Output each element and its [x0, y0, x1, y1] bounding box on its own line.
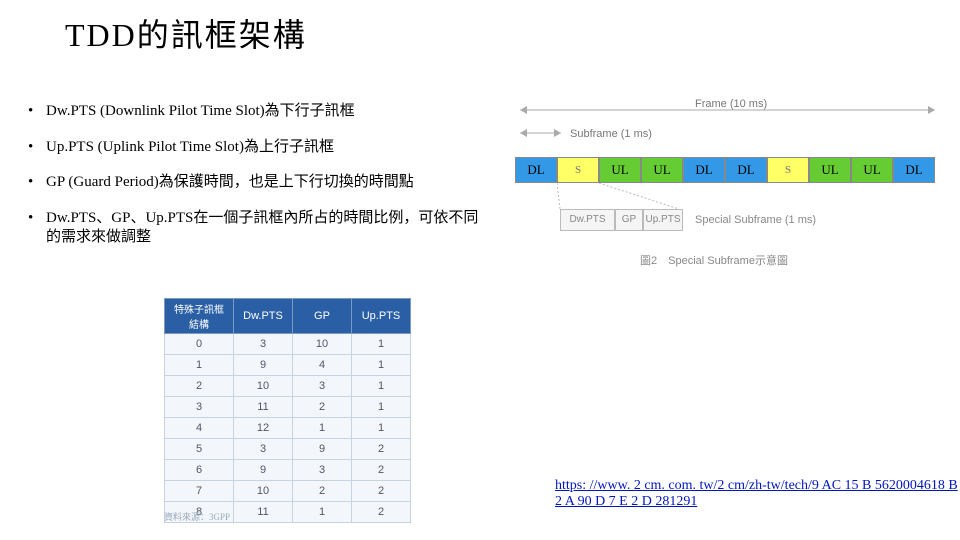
table-cell: 1	[352, 418, 411, 439]
table-header: Dw.PTS	[234, 299, 293, 334]
subframe-cell: S	[557, 157, 599, 183]
table-row: 71022	[165, 481, 411, 502]
table-cell: 9	[293, 439, 352, 460]
subframe-cell: DL	[515, 157, 557, 183]
table-source: 資料來源：3GPP	[164, 510, 230, 523]
table-cell: 2	[352, 481, 411, 502]
table-cell: 2	[165, 376, 234, 397]
subframe-row: DL S UL UL DL DL S UL UL DL	[515, 157, 935, 183]
table-row: 5392	[165, 439, 411, 460]
table-cell: 0	[165, 334, 234, 355]
table-cell: 1	[352, 355, 411, 376]
page-title: TDD的訊框架構	[65, 10, 307, 56]
slide: TDD的訊框架構 Dw.PTS (Downlink Pilot Time Slo…	[0, 0, 960, 540]
bullet-item: Up.PTS (Uplink Pilot Time Slot)為上行子訊框	[28, 138, 483, 158]
table-cell: 2	[352, 502, 411, 523]
table-header: 特殊子訊框結構	[165, 299, 234, 334]
table-cell: 4	[293, 355, 352, 376]
special-subframe-row: Dw.PTS GP Up.PTS	[560, 209, 683, 231]
table-cell: 2	[352, 460, 411, 481]
table-cell: 2	[293, 481, 352, 502]
table-row: 41211	[165, 418, 411, 439]
table-cell: 11	[234, 502, 293, 523]
table-cell: 10	[293, 334, 352, 355]
table-cell: 1	[352, 376, 411, 397]
special-cell-gp: GP	[615, 209, 643, 231]
table-cell: 10	[234, 376, 293, 397]
frame-label: Frame (10 ms)	[695, 98, 767, 110]
table-cell: 12	[234, 418, 293, 439]
table-body: 0310119412103131121412115392693271022811…	[165, 334, 411, 523]
table-cell: 1	[352, 397, 411, 418]
table-row: 31121	[165, 397, 411, 418]
frame-arrows-diagram: Frame (10 ms) Subframe (1 ms)	[515, 95, 950, 155]
table-row: 1941	[165, 355, 411, 376]
table-cell: 7	[165, 481, 234, 502]
figure-caption: 圖2 Special Subframe示意圖	[640, 252, 788, 268]
table-cell: 2	[352, 439, 411, 460]
config-table: 特殊子訊框結構 Dw.PTS GP Up.PTS 031011941210313…	[164, 298, 411, 523]
table-cell: 3	[234, 439, 293, 460]
table-cell: 6	[165, 460, 234, 481]
table-cell: 10	[234, 481, 293, 502]
table-cell: 4	[165, 418, 234, 439]
table-cell: 3	[293, 376, 352, 397]
table-cell: 1	[165, 355, 234, 376]
bullet-item: Dw.PTS (Downlink Pilot Time Slot)為下行子訊框	[28, 102, 483, 122]
subframe-cell: S	[767, 157, 809, 183]
subframe-cell: DL	[725, 157, 767, 183]
table-cell: 1	[293, 502, 352, 523]
subframe-cell: UL	[851, 157, 893, 183]
table-cell: 1	[352, 334, 411, 355]
subframe-cell: DL	[683, 157, 725, 183]
table-cell: 5	[165, 439, 234, 460]
table-cell: 3	[165, 397, 234, 418]
table-header: Up.PTS	[352, 299, 411, 334]
table-cell: 3	[234, 334, 293, 355]
subframe-cell: UL	[599, 157, 641, 183]
table-row: 21031	[165, 376, 411, 397]
bullet-list: Dw.PTS (Downlink Pilot Time Slot)為下行子訊框 …	[28, 102, 483, 264]
table-cell: 2	[293, 397, 352, 418]
subframe-cell: UL	[809, 157, 851, 183]
table-cell: 11	[234, 397, 293, 418]
special-cell-uppts: Up.PTS	[643, 209, 683, 231]
table-cell: 3	[293, 460, 352, 481]
table-cell: 9	[234, 355, 293, 376]
subframe-label: Subframe (1 ms)	[570, 128, 652, 140]
table-row: 6932	[165, 460, 411, 481]
config-table-wrap: 特殊子訊框結構 Dw.PTS GP Up.PTS 031011941210313…	[164, 298, 411, 523]
table-row: 03101	[165, 334, 411, 355]
table-header: GP	[293, 299, 352, 334]
table-cell: 9	[234, 460, 293, 481]
special-caption: Special Subframe (1 ms)	[695, 214, 816, 226]
source-link-anchor[interactable]: https: //www. 2 cm. com. tw/2 cm/zh-tw/t…	[555, 478, 958, 509]
bullet-item: GP (Guard Period)為保護時間，也是上下行切換的時間點	[28, 173, 483, 193]
table-cell: 1	[293, 418, 352, 439]
source-link[interactable]: https: //www. 2 cm. com. tw/2 cm/zh-tw/t…	[555, 478, 960, 510]
subframe-cell: UL	[641, 157, 683, 183]
bullet-item: Dw.PTS、GP、Up.PTS在一個子訊框內所占的時間比例，可依不同的需求來做…	[28, 209, 483, 248]
guide-lines	[557, 183, 687, 211]
special-cell-dwpts: Dw.PTS	[560, 209, 615, 231]
subframe-cell: DL	[893, 157, 935, 183]
